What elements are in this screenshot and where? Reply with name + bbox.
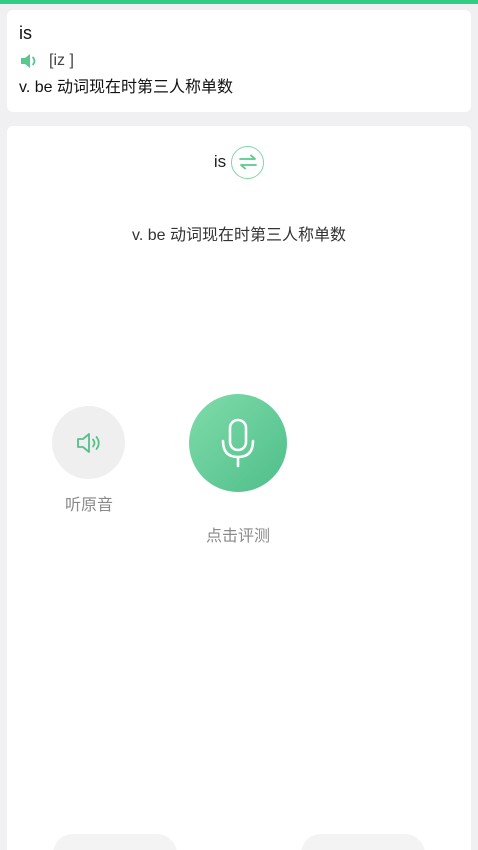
swap-button[interactable] bbox=[231, 145, 265, 179]
speaker-filled-icon[interactable] bbox=[19, 52, 41, 70]
listen-circle[interactable] bbox=[52, 406, 125, 479]
record-evaluate-button[interactable]: 点击评测 bbox=[189, 394, 287, 545]
practice-word: is bbox=[213, 152, 227, 171]
listen-label: 听原音 bbox=[64, 497, 113, 514]
microphone-circle[interactable] bbox=[189, 394, 287, 492]
bottom-navigation bbox=[7, 826, 471, 850]
swap-arrows-icon bbox=[238, 154, 257, 170]
previous-button[interactable] bbox=[53, 834, 177, 850]
word-title: is bbox=[19, 23, 32, 43]
speaker-outline-icon bbox=[76, 432, 100, 453]
pronunciation-practice-card: is v. be 动词现在时第三人称单数 听原音 点击评测 bbox=[7, 126, 471, 850]
top-accent-bar bbox=[0, 0, 478, 4]
phonetic-row: [iz ] bbox=[19, 51, 459, 71]
practice-title-row: is bbox=[7, 144, 471, 180]
phonetic-text: [iz ] bbox=[49, 52, 74, 69]
record-label: 点击评测 bbox=[205, 528, 270, 545]
word-info-card: is [iz ] v. be 动词现在时第三人称单数 bbox=[7, 10, 471, 112]
next-button[interactable] bbox=[301, 834, 425, 850]
listen-original-button[interactable]: 听原音 bbox=[52, 406, 126, 515]
word-meaning: v. be 动词现在时第三人称单数 bbox=[19, 79, 233, 96]
practice-meaning: v. be 动词现在时第三人称单数 bbox=[132, 227, 346, 244]
microphone-icon bbox=[221, 418, 255, 468]
